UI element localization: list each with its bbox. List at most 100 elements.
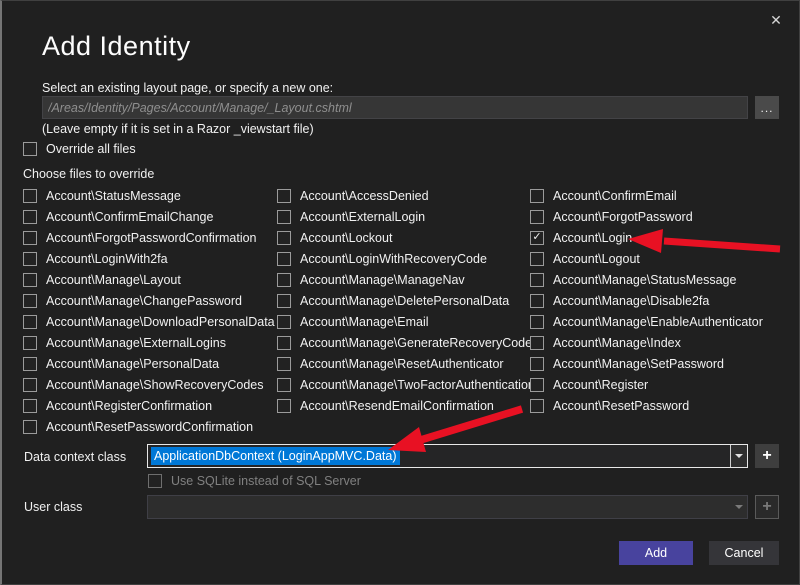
file-override-item[interactable]: Account\Manage\ExternalLogins <box>23 332 275 353</box>
override-all-checkbox[interactable] <box>23 142 37 156</box>
file-override-item[interactable]: Account\Manage\DeletePersonalData <box>277 290 538 311</box>
file-override-item[interactable]: Account\Manage\Index <box>530 332 763 353</box>
file-label: Account\ResetPassword <box>553 399 689 413</box>
file-checkbox[interactable] <box>530 399 544 413</box>
file-override-item[interactable]: Account\ForgotPassword <box>530 206 763 227</box>
file-override-item[interactable]: Account\Manage\ShowRecoveryCodes <box>23 374 275 395</box>
add-button[interactable]: Add <box>619 541 693 565</box>
file-checkbox[interactable] <box>277 315 291 329</box>
file-override-item[interactable]: Account\Login <box>530 227 763 248</box>
file-checkbox[interactable] <box>23 378 37 392</box>
file-label: Account\Manage\PersonalData <box>46 357 219 371</box>
file-checkbox[interactable] <box>530 252 544 266</box>
file-checkbox[interactable] <box>23 294 37 308</box>
file-checkbox[interactable] <box>530 273 544 287</box>
data-context-dropdown-button[interactable] <box>730 445 747 467</box>
file-override-item[interactable]: Account\Register <box>530 374 763 395</box>
file-override-item[interactable]: Account\ExternalLogin <box>277 206 538 227</box>
file-override-item[interactable]: Account\Manage\ResetAuthenticator <box>277 353 538 374</box>
file-override-item[interactable]: Account\Manage\Disable2fa <box>530 290 763 311</box>
file-override-item[interactable]: Account\Manage\StatusMessage <box>530 269 763 290</box>
file-checkbox[interactable] <box>277 273 291 287</box>
files-column-3: Account\ConfirmEmail Account\ForgotPassw… <box>530 185 763 416</box>
file-label: Account\Login <box>553 231 632 245</box>
override-all-files-checkbox-row[interactable]: Override all files <box>23 140 136 158</box>
file-checkbox[interactable] <box>23 231 37 245</box>
file-checkbox[interactable] <box>530 210 544 224</box>
user-class-dropdown-button <box>730 496 747 518</box>
file-override-item[interactable]: Account\ResetPassword <box>530 395 763 416</box>
file-override-item[interactable]: Account\RegisterConfirmation <box>23 395 275 416</box>
file-checkbox[interactable] <box>277 210 291 224</box>
file-checkbox[interactable] <box>530 294 544 308</box>
file-override-item[interactable]: Account\Manage\SetPassword <box>530 353 763 374</box>
file-checkbox[interactable] <box>277 357 291 371</box>
file-checkbox[interactable] <box>277 231 291 245</box>
file-label: Account\StatusMessage <box>46 189 181 203</box>
file-checkbox[interactable] <box>23 273 37 287</box>
data-context-combobox[interactable]: ApplicationDbContext (LoginAppMVC.Data) <box>147 444 748 468</box>
file-checkbox[interactable] <box>23 189 37 203</box>
file-label: Account\Manage\ShowRecoveryCodes <box>46 378 263 392</box>
file-override-item[interactable]: Account\LoginWithRecoveryCode <box>277 248 538 269</box>
files-column-2: Account\AccessDenied Account\ExternalLog… <box>277 185 538 416</box>
file-label: Account\Manage\DownloadPersonalData <box>46 315 275 329</box>
file-checkbox[interactable] <box>530 231 544 245</box>
file-override-item[interactable]: Account\Manage\Email <box>277 311 538 332</box>
file-override-item[interactable]: Account\Manage\ManageNav <box>277 269 538 290</box>
file-checkbox[interactable] <box>23 357 37 371</box>
file-checkbox[interactable] <box>277 399 291 413</box>
file-checkbox[interactable] <box>277 294 291 308</box>
browse-button[interactable]: ... <box>755 96 779 119</box>
user-class-combobox <box>147 495 748 519</box>
file-label: Account\Logout <box>553 252 640 266</box>
cancel-button[interactable]: Cancel <box>709 541 779 565</box>
file-label: Account\Manage\StatusMessage <box>553 273 736 287</box>
new-data-context-button[interactable]: + <box>755 444 779 468</box>
file-checkbox[interactable] <box>23 399 37 413</box>
file-override-item[interactable]: Account\Manage\EnableAuthenticator <box>530 311 763 332</box>
file-override-item[interactable]: Account\Manage\ChangePassword <box>23 290 275 311</box>
user-class-label: User class <box>24 500 82 514</box>
file-override-item[interactable]: Account\ResendEmailConfirmation <box>277 395 538 416</box>
file-checkbox[interactable] <box>23 252 37 266</box>
file-checkbox[interactable] <box>23 210 37 224</box>
add-identity-dialog: ✕ Add Identity Select an existing layout… <box>0 0 800 585</box>
file-override-item[interactable]: Account\Logout <box>530 248 763 269</box>
file-override-item[interactable]: Account\Manage\Layout <box>23 269 275 290</box>
file-checkbox[interactable] <box>277 189 291 203</box>
files-column-1: Account\StatusMessage Account\ConfirmEma… <box>23 185 275 437</box>
file-override-item[interactable]: Account\Manage\PersonalData <box>23 353 275 374</box>
file-override-item[interactable]: Account\ConfirmEmailChange <box>23 206 275 227</box>
close-icon[interactable]: ✕ <box>765 9 787 31</box>
layout-page-input[interactable] <box>42 96 748 119</box>
file-label: Account\Manage\ExternalLogins <box>46 336 226 350</box>
file-override-item[interactable]: Account\LoginWith2fa <box>23 248 275 269</box>
file-override-item[interactable]: Account\ConfirmEmail <box>530 185 763 206</box>
file-label: Account\Lockout <box>300 231 392 245</box>
file-override-item[interactable]: Account\ForgotPasswordConfirmation <box>23 227 275 248</box>
file-checkbox[interactable] <box>530 189 544 203</box>
file-override-item[interactable]: Account\StatusMessage <box>23 185 275 206</box>
file-checkbox[interactable] <box>530 357 544 371</box>
file-checkbox[interactable] <box>530 378 544 392</box>
file-label: Account\ResendEmailConfirmation <box>300 399 494 413</box>
file-override-item[interactable]: Account\AccessDenied <box>277 185 538 206</box>
file-override-item[interactable]: Account\Manage\DownloadPersonalData <box>23 311 275 332</box>
file-label: Account\Register <box>553 378 648 392</box>
file-checkbox[interactable] <box>277 336 291 350</box>
file-override-item[interactable]: Account\Manage\TwoFactorAuthentication <box>277 374 538 395</box>
file-checkbox[interactable] <box>23 315 37 329</box>
file-checkbox[interactable] <box>277 378 291 392</box>
file-label: Account\Manage\ManageNav <box>300 273 465 287</box>
file-label: Account\ConfirmEmailChange <box>46 210 213 224</box>
file-checkbox[interactable] <box>530 336 544 350</box>
file-override-item[interactable]: Account\Manage\GenerateRecoveryCodes <box>277 332 538 353</box>
file-checkbox[interactable] <box>530 315 544 329</box>
file-checkbox[interactable] <box>23 420 37 434</box>
file-override-item[interactable]: Account\Lockout <box>277 227 538 248</box>
file-label: Account\Manage\GenerateRecoveryCodes <box>300 336 538 350</box>
file-checkbox[interactable] <box>277 252 291 266</box>
file-override-item[interactable]: Account\ResetPasswordConfirmation <box>23 416 275 437</box>
file-checkbox[interactable] <box>23 336 37 350</box>
